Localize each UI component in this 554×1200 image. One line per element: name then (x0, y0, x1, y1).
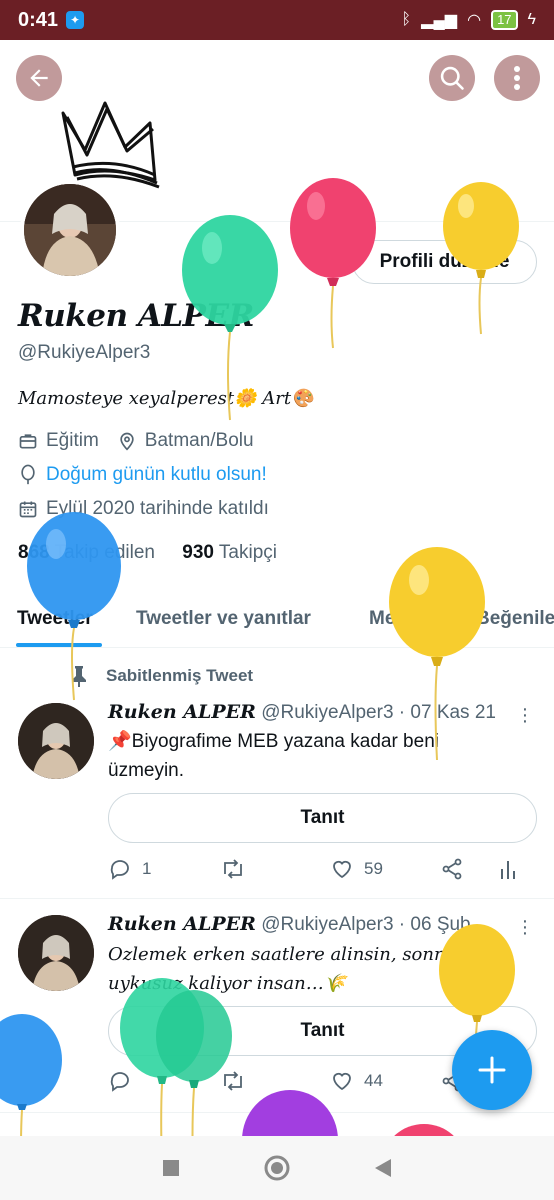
birthday-link[interactable]: Doğum günün kutlu olsun! (46, 464, 267, 486)
compose-tweet-button[interactable] (452, 1030, 532, 1110)
recents-button[interactable] (161, 1158, 181, 1178)
more-vertical-icon (514, 66, 520, 90)
like-count: 44 (364, 1071, 383, 1090)
reply-count: 1 (142, 859, 152, 878)
pinned-tweet-label: Sabitlenmiş Tweet (70, 665, 253, 687)
balloon-icon (21, 464, 35, 485)
tweet-header: Ruken ALPER @RukiyeAlper3 · 07 Kas 21 (108, 701, 496, 724)
avatar-photo (18, 703, 94, 779)
analytics-icon (501, 861, 515, 879)
signal-icon: ▂▄▆ (421, 12, 458, 29)
share-icon (442, 858, 462, 880)
search-button[interactable] (429, 55, 475, 101)
like-count: 59 (364, 859, 383, 878)
bluetooth-icon: ᛒ (401, 11, 412, 28)
status-bar: 0:41 ✦ ᛒ ▂▄▆ ◠ 17 ϟ (0, 0, 554, 40)
battery-icon: 17 (491, 10, 518, 30)
like-icon (333, 1072, 351, 1091)
pin-icon (72, 666, 86, 687)
tab-tweets-replies[interactable]: Tweetler ve yanıtlar (136, 608, 311, 630)
like-button[interactable]: 44 (330, 1069, 383, 1093)
follow-stats: 868 Takip edilen 930 Takipçi (18, 542, 277, 564)
tweet-more-button[interactable]: · · · (520, 699, 530, 731)
promote-button[interactable]: Tanıt (108, 793, 537, 843)
more-options-button[interactable] (494, 55, 540, 101)
tweet-meta: @RukiyeAlper3 · 06 Şub (261, 914, 471, 935)
profile-meta-row: Eğitim Batman/Bolu (18, 430, 254, 452)
following-count: 868 (18, 542, 50, 563)
tweet-avatar[interactable] (18, 703, 94, 779)
profile-avatar[interactable] (20, 180, 120, 280)
profile-handle: @RukiyeAlper3 (18, 342, 151, 363)
reply-button[interactable]: 1 (108, 857, 151, 881)
back-arrow-icon (30, 69, 48, 87)
retweet-icon (224, 859, 242, 879)
tab-media[interactable]: Medya (369, 608, 428, 630)
followers-count: 930 (182, 542, 214, 563)
plus-icon (478, 1056, 506, 1084)
tweet-avatar[interactable] (18, 915, 94, 991)
tweet-author-name[interactable]: Ruken ALPER (108, 701, 256, 723)
status-time: 0:41 (18, 8, 59, 31)
edit-profile-button[interactable]: Profili düzenle (352, 240, 537, 284)
tab-tweets[interactable]: Tweetler (17, 608, 93, 630)
twitter-notification-icon: ✦ (66, 11, 85, 29)
followers-link[interactable]: 930 Takipçi (182, 542, 277, 563)
like-button[interactable]: 59 (330, 857, 383, 881)
reply-button[interactable] (108, 1069, 142, 1093)
calendar-icon (19, 501, 37, 518)
back-nav-button[interactable] (373, 1157, 393, 1179)
search-icon (440, 66, 464, 90)
tweet-actions: 1 59 (108, 857, 528, 887)
tab-likes[interactable]: Beğeniler (476, 608, 554, 630)
profile-name: Ruken ALPER (18, 298, 254, 334)
home-button[interactable] (263, 1154, 291, 1182)
avatar-photo (24, 184, 116, 276)
tweet-meta: @RukiyeAlper3 · 07 Kas 21 (261, 702, 496, 723)
tweet-text: 📌Biyografime MEB yazana kadar beni üzmey… (108, 731, 439, 781)
profile-tabs: Tweetler Tweetler ve yanıtlar Medya Beğe… (0, 588, 554, 648)
like-icon (333, 860, 351, 879)
retweet-icon (224, 1071, 242, 1091)
active-tab-indicator (16, 643, 102, 647)
system-navigation-bar (0, 1136, 554, 1200)
tweet-author-name[interactable]: Ruken ALPER (108, 913, 256, 935)
profile-job: Eğitim (46, 430, 99, 451)
joined-row: Eylül 2020 tarihinde katıldı (18, 498, 269, 520)
reply-icon (110, 1072, 129, 1092)
tweet-text: Ozlemek erken saatlere alinsin, sonra uy… (108, 944, 454, 994)
following-link[interactable]: 868 Takip edilen (18, 542, 155, 563)
charging-icon: ϟ (527, 11, 536, 28)
retweet-button[interactable] (220, 1069, 256, 1093)
briefcase-icon (19, 434, 37, 449)
retweet-button[interactable] (220, 857, 256, 881)
status-icons: ᛒ ▂▄▆ ◠ 17 ϟ (402, 10, 536, 30)
analytics-button[interactable] (498, 857, 518, 881)
tweet-divider (0, 898, 554, 899)
profile-location: Batman/Bolu (144, 430, 254, 451)
tweet-divider (0, 1112, 554, 1113)
birthday-row[interactable]: Doğum günün kutlu olsun! (18, 464, 267, 486)
tweet-header: Ruken ALPER @RukiyeAlper3 · 06 Şub (108, 913, 471, 936)
following-label: Takip edilen (54, 542, 155, 563)
reply-icon (110, 860, 129, 880)
wifi-icon: ◠ (467, 12, 482, 29)
location-pin-icon (120, 432, 134, 451)
profile-joined: Eylül 2020 tarihinde katıldı (46, 498, 269, 519)
followers-label: Takipçi (218, 542, 277, 563)
profile-bio: Mamosteye xeyalperest🌼 Art🎨 (18, 388, 314, 409)
share-button[interactable] (440, 857, 464, 881)
pinned-text: Sabitlenmiş Tweet (106, 666, 254, 685)
tweet-more-button[interactable]: · · · (520, 911, 530, 943)
avatar-photo (18, 915, 94, 991)
